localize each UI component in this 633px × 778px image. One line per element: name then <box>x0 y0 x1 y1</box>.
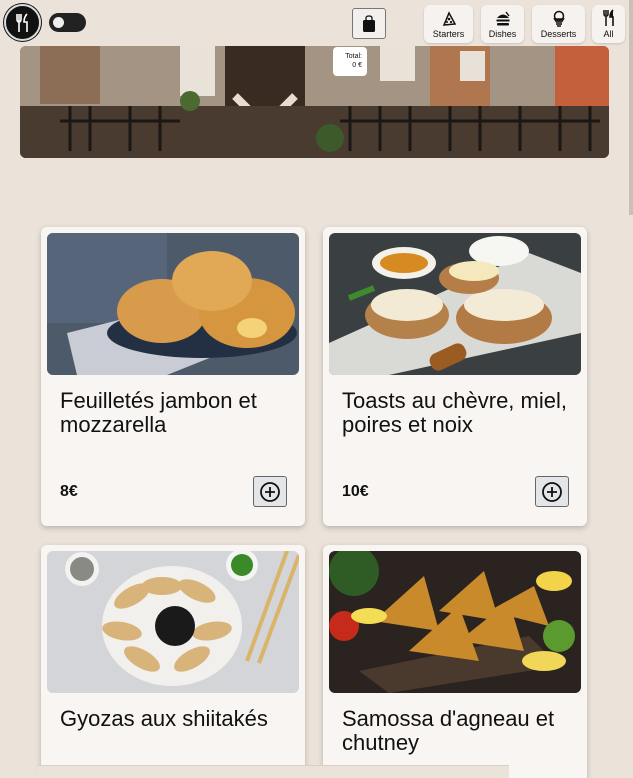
product-name: Toasts au chèvre, miel, poires et noix <box>342 388 567 437</box>
category-label: Desserts <box>540 29 577 39</box>
product-price: 10€ <box>342 483 369 500</box>
category-starters-button[interactable]: Starters <box>424 5 473 43</box>
category-label: Dishes <box>488 29 517 39</box>
category-label: All <box>603 29 614 39</box>
product-card[interactable]: Toasts au chèvre, miel, poires et noix 1… <box>323 227 587 526</box>
product-price: 8€ <box>60 483 78 500</box>
cart-total-value: 0 € <box>352 62 362 69</box>
restaurant-logo[interactable] <box>4 4 41 41</box>
product-name: Samossa d'agneau et chutney <box>342 706 555 755</box>
fork-knife-icon <box>15 12 28 32</box>
category-all-button[interactable]: All <box>592 5 625 43</box>
add-to-cart-button[interactable] <box>253 476 287 507</box>
toggle-knob <box>53 17 64 28</box>
scrollbar[interactable] <box>629 0 633 215</box>
product-image <box>329 551 581 693</box>
plus-circle-icon <box>260 481 280 502</box>
cart-button[interactable] <box>352 8 386 39</box>
cart-total-badge: Total: 0 € <box>333 47 367 76</box>
product-name: Gyozas aux shiitakés <box>60 706 268 731</box>
plus-circle-icon <box>542 481 562 502</box>
product-image <box>329 233 581 375</box>
product-card[interactable]: Samossa d'agneau et chutney <box>323 545 587 778</box>
category-dishes-button[interactable]: Dishes <box>481 5 524 43</box>
hero-banner-image <box>20 46 609 158</box>
category-desserts-button[interactable]: Desserts <box>532 5 585 43</box>
category-label: Starters <box>432 29 465 39</box>
burger-icon <box>496 11 510 26</box>
theme-toggle[interactable] <box>49 13 86 32</box>
fork-knife-icon <box>602 9 614 26</box>
product-card[interactable]: Feuilletés jambon et mozzarella 8€ <box>41 227 305 526</box>
cart-total-label: Total: <box>345 53 362 60</box>
pizza-slice-icon <box>442 11 456 26</box>
product-image <box>47 233 299 375</box>
product-card[interactable]: Gyozas aux shiitakés <box>41 545 305 778</box>
product-name: Feuilletés jambon et mozzarella <box>60 388 257 437</box>
bottom-divider <box>37 765 509 778</box>
ice-cream-icon <box>552 10 565 27</box>
add-to-cart-button[interactable] <box>535 476 569 507</box>
shopping-bag-icon <box>363 14 375 32</box>
product-image <box>47 551 299 693</box>
